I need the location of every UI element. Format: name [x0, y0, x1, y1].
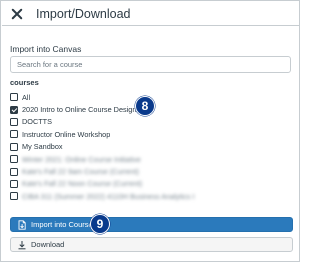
checkbox[interactable] — [10, 167, 18, 176]
download-icon — [18, 240, 26, 249]
course-item-label: 2020 Intro to Online Course Design — [22, 105, 137, 115]
course-item-blurred[interactable]: Kate's Fall 22 Noon Course (Current) — [10, 178, 291, 190]
import-into-course-button[interactable]: Import into Course — [10, 217, 293, 232]
checkbox[interactable] — [10, 142, 18, 151]
step-9-callout: 9 — [90, 214, 110, 234]
course-item-instructor-online-workshop[interactable]: Instructor Online Workshop — [10, 128, 291, 140]
checkbox[interactable] — [10, 130, 18, 139]
course-item-label: Kate's Fall 22 Noon Course (Current) — [22, 179, 143, 189]
document-import-icon — [18, 219, 26, 230]
close-icon[interactable] — [10, 7, 24, 21]
courses-list-label: courses — [10, 78, 39, 87]
course-item-label: My Sandbox — [22, 142, 63, 152]
step-8-callout: 8 — [135, 96, 155, 116]
checkbox-checked[interactable] — [10, 105, 18, 114]
course-item-blurred[interactable]: Kate's Fall 22 9am Course (Current) — [10, 165, 291, 177]
download-button[interactable]: Download — [10, 237, 293, 252]
import-button-label: Import into Course — [31, 220, 93, 229]
course-item-label: All — [22, 92, 31, 102]
course-item-blurred[interactable]: CIBA 311 (Summer 2022) 4110H Business An… — [10, 190, 291, 202]
import-download-tray: Import/Download Import into Canvas cours… — [0, 0, 300, 262]
course-item-label: DOCTTS — [22, 117, 52, 127]
checkbox[interactable] — [10, 192, 18, 201]
checkbox[interactable] — [10, 155, 18, 164]
course-item-label: Kate's Fall 22 9am Course (Current) — [22, 167, 139, 177]
course-item-label: Winter 2021: Online Course Initiative — [22, 154, 141, 164]
course-item-my-sandbox[interactable]: My Sandbox — [10, 141, 291, 153]
course-item-label: Instructor Online Workshop — [22, 129, 111, 139]
checkbox[interactable] — [10, 93, 18, 102]
checkbox[interactable] — [10, 179, 18, 188]
course-item-label: CIBA 311 (Summer 2022) 4110H Business An… — [22, 191, 195, 201]
course-search-input[interactable] — [10, 56, 291, 73]
download-button-label: Download — [31, 240, 65, 249]
course-item-doctts[interactable]: DOCTTS — [10, 116, 291, 128]
course-item-blurred[interactable]: Winter 2021: Online Course Initiative — [10, 153, 291, 165]
tray-title: Import/Download — [36, 6, 131, 21]
checkbox[interactable] — [10, 117, 18, 126]
import-section-label: Import into Canvas — [10, 44, 82, 54]
tray-header: Import/Download — [2, 2, 300, 26]
